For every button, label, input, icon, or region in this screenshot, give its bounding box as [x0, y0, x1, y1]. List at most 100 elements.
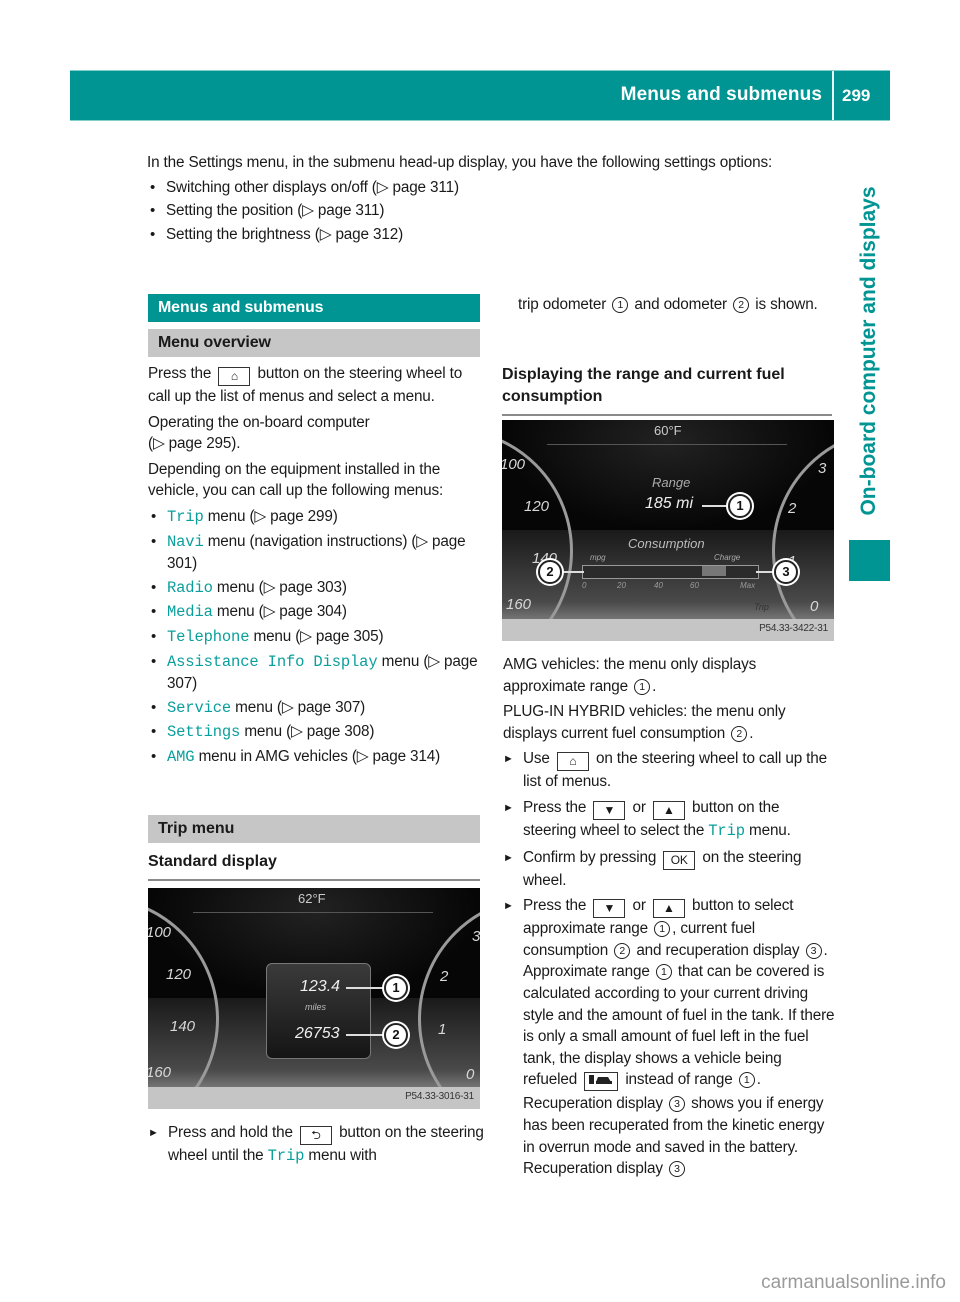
speed-label: 100 — [148, 924, 172, 941]
instruction-step: Use ⌂ on the steering wheel to call up t… — [503, 748, 835, 793]
chapter-tab-marker — [849, 540, 890, 581]
consumption-bar — [582, 565, 759, 579]
page-header: Menus and submenus 299 — [70, 70, 890, 121]
callout-ref-2: 2 — [733, 297, 750, 313]
page-ref-link[interactable]: page 311 — [318, 202, 380, 219]
menu-list-item: Settings menu (▷ page 308) — [148, 721, 480, 744]
down-button-icon: ▼ — [593, 800, 626, 820]
paragraph: AMG vehicles: the menu only displays app… — [503, 656, 757, 695]
menu-link-telephone[interactable]: Telephone — [167, 628, 250, 646]
charge-indicator — [702, 566, 726, 576]
paragraph: Press the ⌂ button on the steering wheel… — [148, 365, 463, 405]
header-title: Menus and submenus — [620, 84, 822, 105]
callout-2: 2 — [384, 1023, 408, 1047]
callout-1: 1 — [384, 976, 408, 1000]
menu-link-radio[interactable]: Radio — [167, 579, 213, 597]
chapter-tab-label: On-board computer and displays — [857, 186, 880, 516]
menu-list-item: Assistance Info Display menu (▷ page 307… — [148, 651, 480, 695]
list-item: Setting the brightness (▷ page 312) — [147, 224, 847, 246]
list-item: Setting the position (▷ page 311) — [147, 200, 847, 222]
intro-paragraph: In the Settings menu, in the submenu hea… — [147, 154, 773, 171]
trip-menu-title: Trip menu — [148, 815, 480, 843]
speed-label: 100 — [502, 456, 526, 473]
paragraph: Operating the on-board computer (▷ page … — [148, 412, 480, 455]
back-button-icon: ⮌ — [299, 1126, 332, 1145]
down-button-icon: ▼ — [593, 899, 626, 919]
menu-link-service[interactable]: Service — [167, 699, 231, 717]
temperature-readout: 60°F — [654, 423, 682, 438]
subsection-title: Menu overview — [148, 329, 480, 357]
rpm-label: 3 — [818, 460, 827, 477]
menu-list-item: Telephone menu (▷ page 305) — [148, 626, 480, 649]
callout-1: 1 — [728, 494, 752, 518]
consumption-label: Consumption — [628, 536, 705, 551]
scale-label: 20 — [617, 581, 626, 590]
trip-display-figure: 62°F 100 120 140 160 3 2 1 0 123.4 miles… — [148, 888, 480, 1109]
rpm-label: 1 — [438, 1021, 447, 1038]
temperature-readout: 62°F — [298, 891, 326, 906]
range-display-figure: 60°F 100 120 140 160 3 2 1 0 Range 185 m… — [502, 420, 834, 641]
page-ref-link[interactable]: page 312 — [335, 226, 398, 243]
header-divider — [832, 71, 834, 120]
chapter-tab: On-board computer and displays — [843, 170, 895, 532]
menu-link-trip[interactable]: Trip — [167, 508, 204, 526]
menu-link-trip[interactable]: Trip — [708, 822, 745, 840]
rpm-label: 3 — [472, 928, 480, 945]
scale-label: 40 — [654, 581, 663, 590]
menu-link-trip[interactable]: Trip — [268, 1147, 305, 1165]
standard-display-title: Standard display — [148, 851, 480, 881]
right-body: AMG vehicles: the menu only displays app… — [503, 654, 835, 1180]
intro-section: In the Settings menu, in the submenu hea… — [147, 152, 847, 245]
refuel-vehicle-icon — [584, 1072, 619, 1092]
trip-odometer-value: 123.4 — [300, 978, 341, 995]
page-number: 299 — [842, 86, 871, 105]
rpm-label: 2 — [440, 968, 449, 985]
speed-label: 160 — [148, 1064, 172, 1081]
rpm-label: 0 — [810, 598, 819, 615]
paragraph: Recuperation display 3 shows you if ener… — [523, 1095, 825, 1178]
instruction-step: Press the ▼ or ▲ button to select approx… — [503, 895, 835, 961]
intro-list: Switching other displays on/off (▷ page … — [147, 177, 847, 246]
menu-list-item: Trip menu (▷ page 299) — [148, 506, 480, 529]
range-label: Range — [652, 475, 691, 490]
figure-caption: P54.33-3016-31 — [148, 1087, 480, 1109]
menu-link-navi[interactable]: Navi — [167, 533, 204, 551]
page-ref-link[interactable]: (▷ page 295). — [148, 433, 480, 455]
menu-link-assistance[interactable]: Assistance Info Display — [167, 653, 378, 671]
speed-label: 160 — [506, 596, 532, 613]
section-title: Menus and submenus — [148, 294, 480, 322]
rpm-label: 2 — [788, 500, 797, 517]
charge-label: Charge — [714, 553, 741, 562]
menu-list-item: AMG menu in AMG vehicles (▷ page 314) — [148, 746, 480, 769]
home-button-icon: ⌂ — [556, 752, 589, 772]
continued-paragraph: trip odometer 1 and odometer 2 is shown. — [518, 296, 818, 313]
menu-list-item: Navi menu (navigation instructions) (▷ p… — [148, 531, 480, 575]
list-item: Switching other displays on/off (▷ page … — [147, 177, 847, 199]
paragraph: Depending on the equipment installed in … — [148, 460, 444, 500]
page-ref-link[interactable]: page 311 — [392, 179, 454, 196]
menu-link-amg[interactable]: AMG — [167, 748, 195, 766]
menu-link-settings[interactable]: Settings — [167, 723, 240, 741]
menu-link-media[interactable]: Media — [167, 603, 213, 621]
range-value: 185 mi — [645, 495, 694, 512]
odometer-value: 26753 — [295, 1025, 340, 1042]
range-consumption-title: Displaying the range and current fuel co… — [502, 364, 832, 416]
up-button-icon: ▲ — [652, 899, 685, 919]
callout-3: 3 — [774, 560, 798, 584]
rpm-label: 0 — [466, 1066, 475, 1083]
menu-list-item: Service menu (▷ page 307) — [148, 697, 480, 720]
callout-2: 2 — [538, 560, 562, 584]
speed-label: 140 — [170, 1018, 196, 1035]
speed-label: 120 — [524, 498, 550, 515]
left-column: Menus and submenus Menu overview Press t… — [148, 294, 480, 769]
trip-label: Trip — [754, 602, 769, 612]
mpg-label: mpg — [590, 553, 606, 562]
ok-button-icon: OK — [663, 850, 696, 870]
scale-label: Max — [740, 581, 756, 590]
paragraph: PLUG-IN HYBRID vehicles: the menu only d… — [503, 703, 786, 742]
instruction-step: Confirm by pressing OK on the steering w… — [503, 847, 835, 892]
scale-label: 0 — [582, 581, 587, 590]
menu-list-item: Radio menu (▷ page 303) — [148, 577, 480, 600]
up-button-icon: ▲ — [652, 800, 685, 820]
figure-caption: P54.33-3422-31 — [502, 619, 834, 641]
